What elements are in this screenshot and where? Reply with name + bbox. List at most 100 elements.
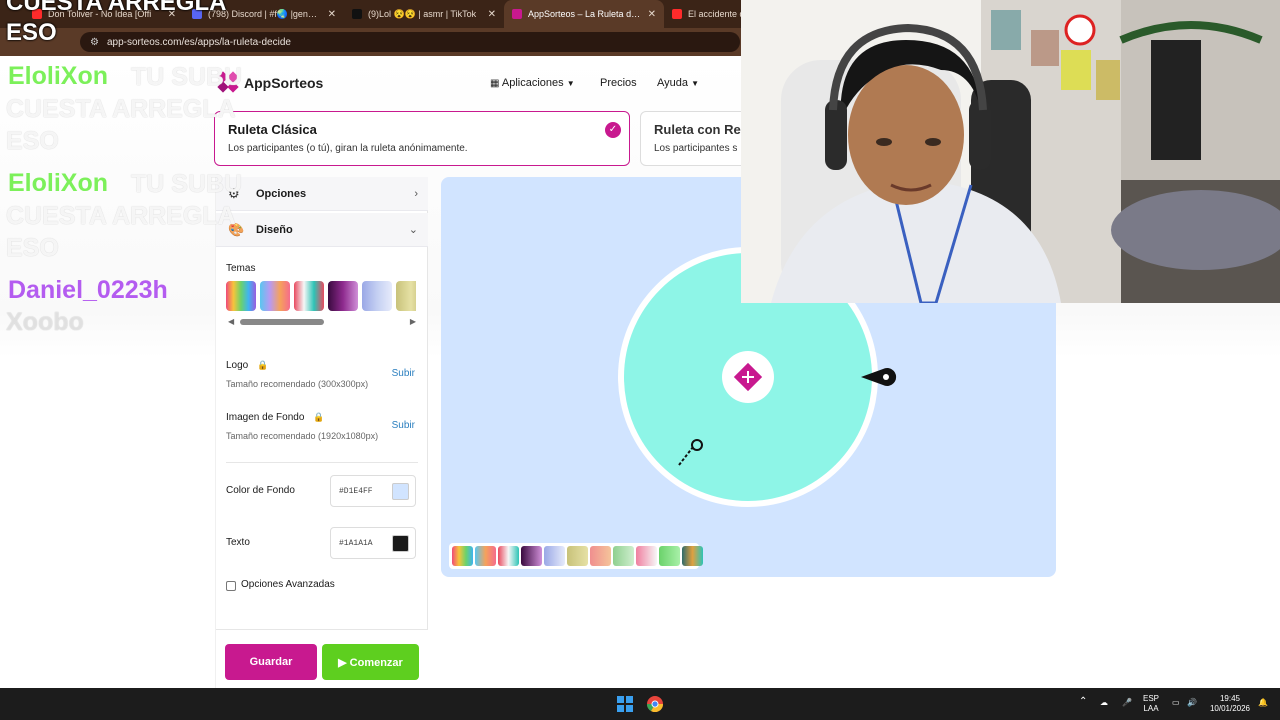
upload-bg-link[interactable]: Subir bbox=[392, 420, 415, 431]
theme-option[interactable] bbox=[226, 281, 256, 311]
themes-list bbox=[226, 281, 416, 311]
palette-option[interactable] bbox=[521, 546, 542, 566]
logo-text[interactable]: AppSorteos bbox=[244, 75, 323, 91]
url-field[interactable]: ⚙ app-sorteos.com/es/apps/la-ruleta-deci… bbox=[80, 32, 740, 52]
logo-label-text: Logo bbox=[226, 360, 249, 371]
nav-ayuda[interactable]: Ayuda ▼ bbox=[657, 77, 699, 89]
theme-option[interactable] bbox=[294, 281, 324, 311]
bg-color-input[interactable]: #D1E4FF bbox=[330, 475, 416, 507]
text-color-swatch[interactable] bbox=[392, 535, 409, 552]
url-text: app-sorteos.com/es/apps/la-ruleta-decide bbox=[106, 36, 291, 48]
check-icon: ✓ bbox=[605, 122, 621, 138]
browser-tab[interactable]: (9)Lol 😵😵 | asmr | TikTok ✕ bbox=[344, 0, 504, 28]
quick-palette bbox=[449, 543, 703, 569]
mode-title: Ruleta con Re bbox=[654, 122, 741, 137]
text-color-label: Texto bbox=[226, 537, 250, 548]
close-tab-icon[interactable]: ✕ bbox=[168, 9, 176, 20]
section-label: Opciones bbox=[256, 187, 307, 200]
scroll-thumb[interactable] bbox=[240, 319, 324, 325]
clock-date: 10/01/2026 bbox=[1209, 704, 1251, 713]
mode-subtitle: Los participantes (o tú), giran la rulet… bbox=[228, 143, 468, 154]
theme-option[interactable] bbox=[260, 281, 290, 311]
notifications-icon[interactable]: 🔔 bbox=[1258, 698, 1268, 708]
chevron-right-icon: › bbox=[414, 187, 418, 200]
palette-option[interactable] bbox=[659, 546, 680, 566]
clock-time: 19:45 bbox=[1219, 694, 1241, 703]
appsorteos-logo-icon[interactable] bbox=[216, 70, 240, 94]
palette-option[interactable] bbox=[636, 546, 657, 566]
palette-option[interactable] bbox=[475, 546, 496, 566]
palette-option[interactable] bbox=[590, 546, 611, 566]
tab-title: AppSorteos – La Ruleta de la Su bbox=[528, 9, 642, 19]
palette-option[interactable] bbox=[613, 546, 634, 566]
chevron-down-icon: ▼ bbox=[566, 79, 575, 88]
action-bar: Guardar ▶ Comenzar bbox=[216, 629, 428, 688]
mode-subtitle: Los participantes s bbox=[654, 143, 738, 154]
bg-color-swatch[interactable] bbox=[392, 483, 409, 500]
chevron-down-icon: ▼ bbox=[691, 79, 699, 88]
tab-title: (9)Lol 😵😵 | asmr | TikTok bbox=[368, 8, 477, 19]
scroll-right-icon[interactable]: ▶ bbox=[410, 317, 416, 326]
scroll-left-icon[interactable]: ◀ bbox=[228, 317, 234, 326]
site-info-icon[interactable]: ⚙ bbox=[90, 37, 99, 48]
advanced-options-checkbox[interactable] bbox=[226, 581, 236, 591]
close-tab-icon[interactable]: ✕ bbox=[648, 9, 656, 20]
bg-image-label-text: Imagen de Fondo bbox=[226, 412, 305, 423]
cloud-icon[interactable]: ☁ bbox=[1100, 698, 1108, 708]
monitor-icon[interactable]: ▭ bbox=[1172, 698, 1180, 708]
text-color-input[interactable]: #1A1A1A bbox=[330, 527, 416, 559]
browser-tab[interactable]: Don Toliver - No Idea [Offi ✕ bbox=[24, 0, 184, 28]
bg-color-label: Color de Fondo bbox=[226, 485, 295, 496]
nav-aplicaciones[interactable]: ▦ Aplicaciones ▼ bbox=[490, 77, 575, 89]
lang-text: LAA bbox=[1143, 704, 1159, 713]
mode-title: Ruleta Clásica bbox=[228, 122, 317, 137]
windows-start-icon[interactable] bbox=[617, 696, 633, 712]
themes-scrollbar[interactable]: ◀ ▶ bbox=[228, 317, 416, 326]
theme-option[interactable] bbox=[362, 281, 392, 311]
youtube-icon bbox=[32, 9, 42, 19]
save-button[interactable]: Guardar bbox=[225, 644, 317, 680]
theme-option[interactable] bbox=[396, 281, 416, 311]
lock-icon: 🔒 bbox=[313, 412, 325, 422]
palette-option[interactable] bbox=[452, 546, 473, 566]
browser-tab[interactable]: (798) Discord | #f🌏 |general | ✕ bbox=[184, 0, 344, 28]
options-section-header[interactable]: ⚙ Opciones › bbox=[216, 177, 428, 211]
bg-image-label: Imagen de Fondo 🔒 bbox=[226, 412, 324, 423]
mic-icon[interactable]: 🎤 bbox=[1122, 698, 1132, 708]
speaker-icon[interactable]: 🔊 bbox=[1187, 698, 1197, 708]
design-section-header[interactable]: 🎨 Diseño ⌄ bbox=[216, 213, 428, 247]
logo-hint: Tamaño recomendado (300x300px) bbox=[226, 379, 369, 389]
mode-card-other[interactable]: Ruleta con Re Los participantes s bbox=[640, 111, 750, 166]
settings-panel: ⚙ Opciones › 🎨 Diseño ⌄ Temas ◀ ▶ Logo 🔒… bbox=[215, 177, 428, 688]
palette-option[interactable] bbox=[498, 546, 519, 566]
close-tab-icon[interactable]: ✕ bbox=[328, 9, 336, 20]
clock[interactable]: 19:45 10/01/2026 bbox=[1208, 694, 1252, 714]
theme-option[interactable] bbox=[328, 281, 358, 311]
upload-logo-link[interactable]: Subir bbox=[392, 368, 415, 379]
tray-chevron-up-icon[interactable]: ⌃ bbox=[1079, 697, 1087, 707]
youtube-icon bbox=[672, 9, 682, 19]
section-label: Diseño bbox=[256, 223, 293, 236]
palette-option[interactable] bbox=[544, 546, 565, 566]
start-button[interactable]: ▶ Comenzar bbox=[322, 644, 419, 680]
taskbar: ⌃ ☁ 🎤 ESP LAA ▭ 🔊 19:45 10/01/2026 🔔 bbox=[0, 688, 1280, 720]
palette-icon: 🎨 bbox=[228, 221, 245, 237]
bg-color-value: #D1E4FF bbox=[339, 486, 373, 496]
tiktok-icon bbox=[352, 9, 362, 19]
text-color-value: #1A1A1A bbox=[339, 538, 373, 548]
palette-option[interactable] bbox=[682, 546, 703, 566]
advanced-options-label[interactable]: Opciones Avanzadas bbox=[241, 579, 335, 590]
webcam-feed bbox=[741, 0, 1280, 303]
browser-tab-active[interactable]: AppSorteos – La Ruleta de la Su ✕ bbox=[504, 0, 664, 28]
chrome-icon[interactable] bbox=[647, 696, 663, 712]
lock-icon: 🔒 bbox=[257, 360, 269, 370]
nav-precios[interactable]: Precios bbox=[600, 77, 637, 89]
grid-icon: ▦ bbox=[490, 78, 500, 89]
mode-card-classic[interactable]: Ruleta Clásica Los participantes (o tú),… bbox=[214, 111, 630, 166]
appsorteos-icon bbox=[512, 9, 522, 19]
divider bbox=[226, 462, 418, 463]
language-indicator[interactable]: ESP LAA bbox=[1143, 694, 1159, 714]
tab-title: Don Toliver - No Idea [Offi bbox=[48, 9, 152, 19]
palette-option[interactable] bbox=[567, 546, 588, 566]
close-tab-icon[interactable]: ✕ bbox=[488, 9, 496, 20]
